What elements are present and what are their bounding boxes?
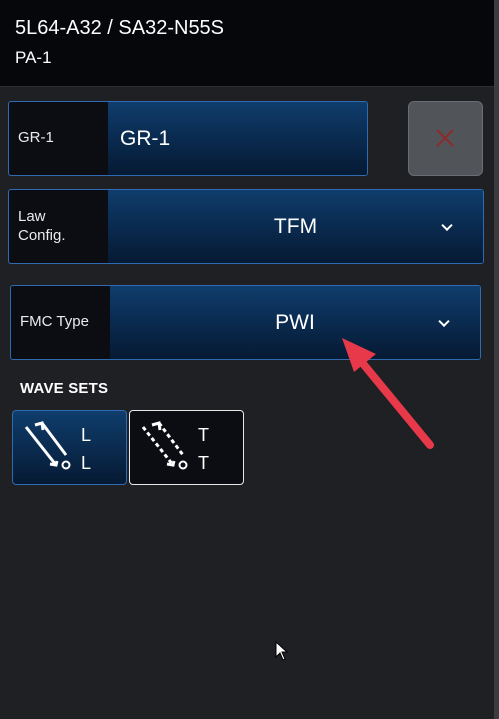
wave-set-tt-button[interactable]: T T xyxy=(129,410,244,485)
probe-title: 5L64-A32 / SA32-N55S xyxy=(15,17,225,39)
probe-header: 5L64-A32 / SA32-N55S PA-1 xyxy=(0,0,494,87)
fmc-type-label: FMC Type xyxy=(20,313,89,331)
group-field[interactable]: GR-1 GR-1 xyxy=(8,101,368,176)
wave-tt-icon xyxy=(141,421,188,470)
close-icon xyxy=(436,129,454,147)
probe-subtitle: PA-1 xyxy=(15,48,52,67)
panel-edge xyxy=(494,0,499,719)
law-config-value[interactable]: TFM xyxy=(108,190,483,263)
chevron-down-icon xyxy=(441,219,453,231)
law-config-label: Law Config. xyxy=(18,207,66,244)
group-name-input[interactable]: GR-1 xyxy=(108,102,367,175)
wave-set-ll-line2: L xyxy=(81,453,92,473)
wave-set-tt-line2: T xyxy=(198,453,209,473)
wave-set-ll-button[interactable]: L L xyxy=(12,410,127,485)
chevron-down-icon xyxy=(438,315,450,327)
wave-set-ll-line1: L xyxy=(81,425,92,445)
law-config-dropdown[interactable]: Law Config. TFM xyxy=(8,189,484,264)
mouse-cursor-icon xyxy=(275,641,289,661)
annotation-arrow-icon xyxy=(342,338,434,449)
wave-set-tt-line1: T xyxy=(198,425,209,445)
wave-ll-icon xyxy=(24,421,71,470)
group-value: GR-1 xyxy=(120,126,171,150)
wave-sets-heading: WAVE SETS xyxy=(20,380,109,397)
delete-group-button[interactable] xyxy=(408,101,483,176)
group-label: GR-1 xyxy=(18,129,54,147)
